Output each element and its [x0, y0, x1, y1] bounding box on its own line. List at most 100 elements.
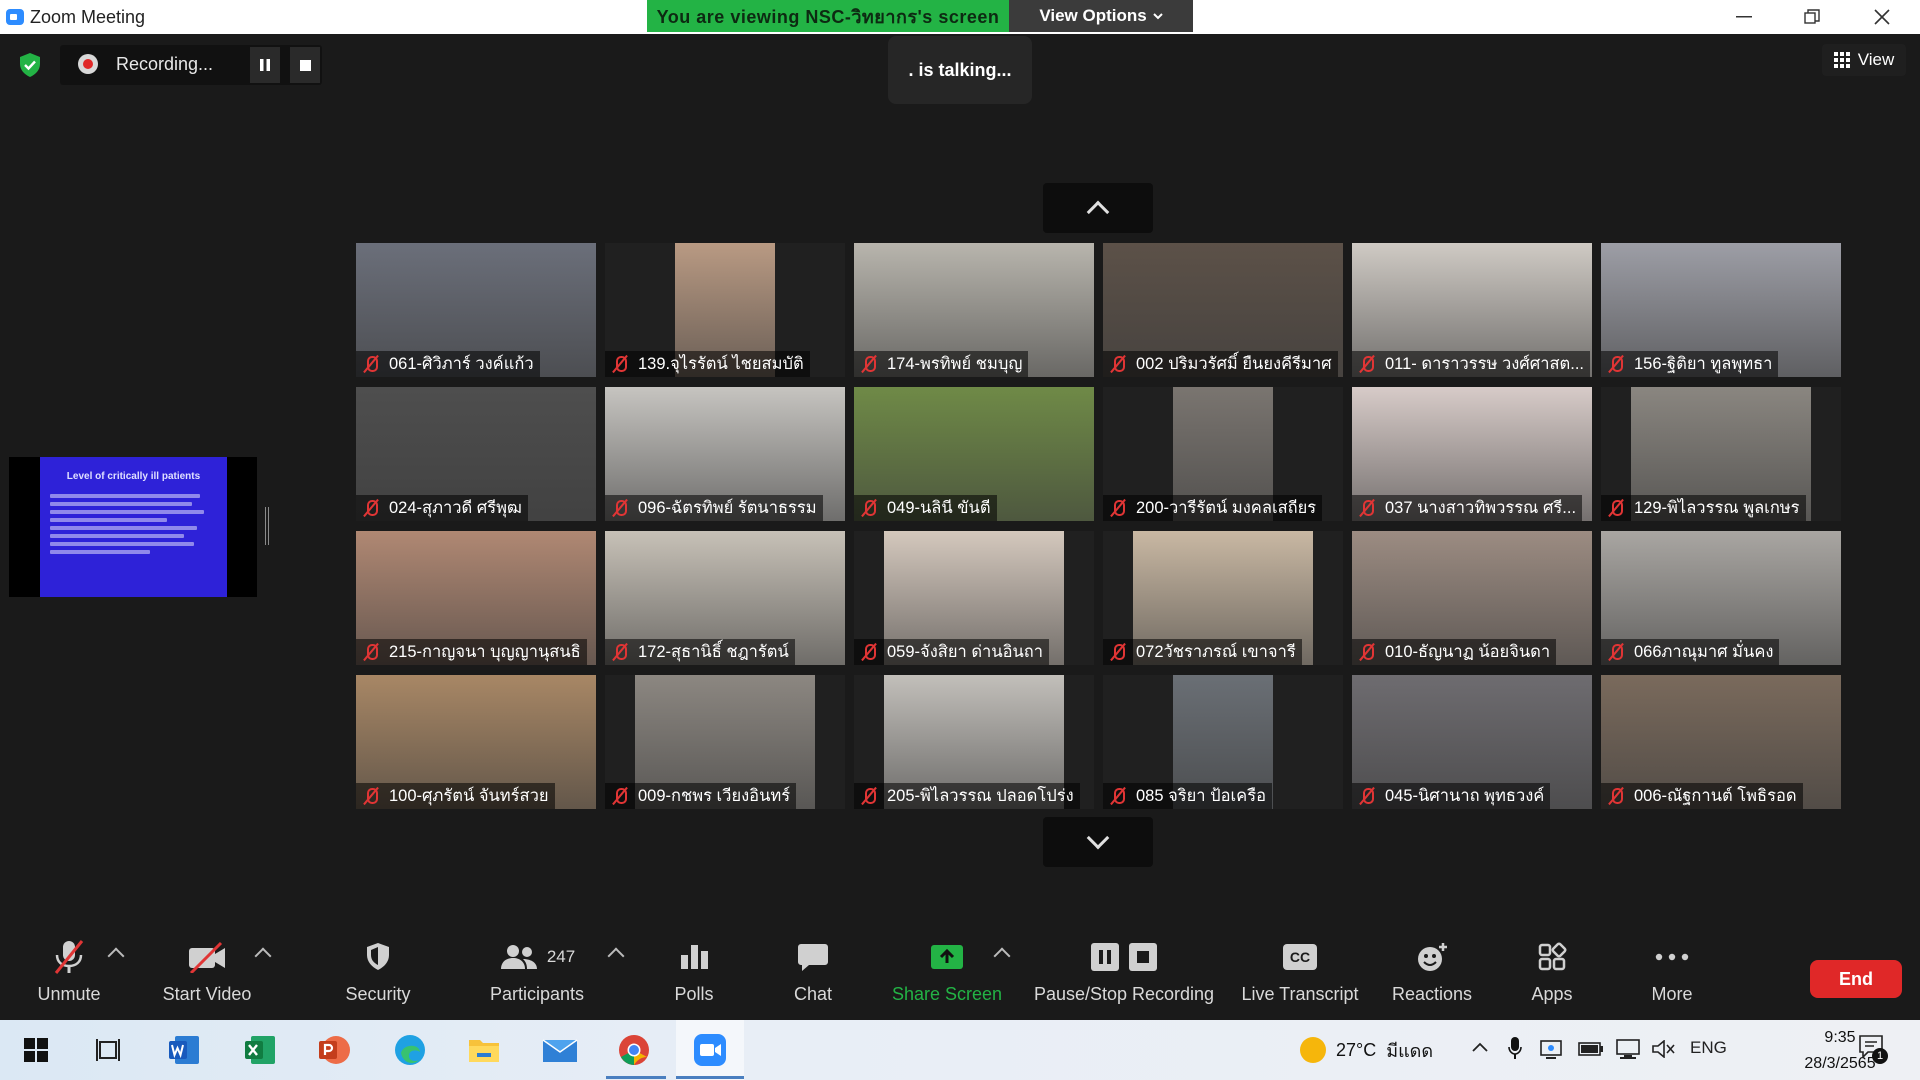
polls-button[interactable]: Polls [664, 932, 724, 1018]
participant-tile[interactable]: 129-พิไลวรรณ พูลเกษร [1601, 387, 1841, 521]
pause-stop-recording-button[interactable]: Pause/Stop Recording [1030, 932, 1218, 1018]
task-view-button[interactable] [88, 1030, 128, 1070]
live-transcript-button[interactable]: CC Live Transcript [1236, 932, 1364, 1018]
view-button[interactable]: View [1822, 44, 1906, 76]
participant-tile[interactable]: 045-นิศานาถ พุทธวงค์ [1352, 675, 1592, 809]
start-video-button[interactable]: Start Video [156, 932, 258, 1018]
volume-muted-icon[interactable] [1652, 1040, 1676, 1058]
participant-name: 129-พิไลวรรณ พูลเกษร [1634, 499, 1800, 517]
participant-name-bar: 024-สุภาวดี ศรีพุฒ [356, 495, 528, 521]
participant-tile[interactable]: 215-กาญจนา บุญญานุสนธิ [356, 531, 596, 665]
input-language[interactable]: ENG [1690, 1038, 1727, 1058]
participant-tile[interactable]: 011- ดาราวรรษ วงศ์ศาสต... [1352, 243, 1592, 377]
task-view-icon [96, 1039, 120, 1061]
security-button[interactable]: Security [338, 932, 418, 1018]
participant-name: 072วัชราภรณ์ เขาจารี [1136, 643, 1296, 661]
apps-button[interactable]: Apps [1526, 932, 1578, 1018]
end-meeting-button[interactable]: End [1810, 960, 1902, 998]
participant-name: 085 จริยา ป้อเครือ [1136, 787, 1266, 805]
participant-name-bar: 045-นิศานาถ พุทธวงค์ [1352, 783, 1551, 809]
excel-app-icon [245, 1036, 275, 1064]
previous-page-button[interactable] [1043, 183, 1153, 233]
shield-icon [367, 943, 389, 970]
taskbar-excel[interactable] [240, 1030, 280, 1070]
participants-button[interactable]: 247 Participants [484, 932, 590, 1018]
participant-name-bar: 100-ศุภรัตน์ จันทร์สวย [356, 783, 555, 809]
next-page-button[interactable] [1043, 817, 1153, 867]
display-tray-icon[interactable] [1540, 1038, 1564, 1060]
mail-icon [542, 1039, 578, 1062]
video-off-icon [189, 941, 225, 973]
participant-tile[interactable]: 205-พิไลวรรณ ปลอดโปร่ง [854, 675, 1094, 809]
participant-tile[interactable]: 006-ณัฐกานต์ โพธิรอด [1601, 675, 1841, 809]
weather-widget[interactable]: 27°C มีแดด [1300, 1020, 1433, 1080]
participant-tile[interactable]: 010-ธัญนาฏ น้อยจินดา [1352, 531, 1592, 665]
stop-icon [1129, 943, 1157, 971]
participant-name-bar: 011- ดาราวรรษ วงศ์ศาสต... [1352, 351, 1591, 377]
participant-tile[interactable]: 200-วารีรัตน์ มงคลเสถียร [1103, 387, 1343, 521]
participant-name-bar: 200-วารีรัตน์ มงคลเสถียร [1103, 495, 1323, 521]
participant-name: 010-ธัญนาฏ น้อยจินดา [1385, 643, 1551, 661]
taskbar-edge[interactable] [390, 1030, 430, 1070]
stop-recording-button[interactable] [290, 47, 320, 83]
participant-tile[interactable]: 156-ฐิติยา ทูลพุทธา [1601, 243, 1841, 377]
view-options-button[interactable]: View Options [1009, 0, 1193, 32]
share-screen-button[interactable]: Share Screen [890, 932, 1004, 1018]
participant-name: 006-ณัฐกานต์ โพธิรอด [1634, 787, 1797, 805]
participant-tile[interactable]: 100-ศุภรัตน์ จันทร์สวย [356, 675, 596, 809]
battery-icon[interactable] [1578, 1040, 1604, 1058]
minimize-button[interactable] [1714, 0, 1774, 34]
more-button[interactable]: More [1644, 932, 1700, 1018]
participant-tile[interactable]: 072วัชราภรณ์ เขาจารี [1103, 531, 1343, 665]
chat-label: Chat [793, 984, 833, 1004]
participant-name: 200-วารีรัตน์ มงคลเสถียร [1136, 499, 1317, 517]
security-shield-icon[interactable] [18, 52, 42, 78]
notification-center-button[interactable]: 1 [1858, 1034, 1888, 1064]
audio-options-caret[interactable] [107, 947, 125, 965]
participant-name-bar: 066ภาณุมาศ มั่นคง [1601, 639, 1780, 665]
participant-tile[interactable]: 139.จุไรรัตน์ ไชยสมบัติ [605, 243, 845, 377]
participant-tile[interactable]: 049-นลินี ขันตี [854, 387, 1094, 521]
pause-recording-button[interactable] [250, 47, 280, 83]
microphone-tray-icon[interactable] [1508, 1036, 1522, 1060]
weather-condition: มีแดด [1386, 1040, 1434, 1061]
taskbar-mail[interactable] [540, 1030, 580, 1070]
participant-tile[interactable]: 037 นางสาวทิพวรรณ ศรี... [1352, 387, 1592, 521]
participants-options-caret[interactable] [607, 947, 625, 965]
polls-label: Polls [674, 984, 714, 1004]
share-screen-icon [931, 945, 963, 969]
participant-name: 100-ศุภรัตน์ จันทร์สวย [389, 787, 549, 805]
recording-status: Recording... [116, 54, 214, 74]
participant-tile[interactable]: 059-จังสิยา ด่านอินถา [854, 531, 1094, 665]
taskbar-file-explorer[interactable] [464, 1030, 504, 1070]
participant-tile[interactable]: 172-สุธานิธิ์ ชฎารัตน์ [605, 531, 845, 665]
participant-tile[interactable]: 174-พรทิพย์ ชมบุญ [854, 243, 1094, 377]
participant-name: 059-จังสิยา ด่านอินถา [887, 643, 1044, 661]
taskbar-word[interactable] [164, 1030, 204, 1070]
unmute-button[interactable]: Unmute [28, 932, 110, 1018]
restore-button[interactable] [1782, 0, 1842, 34]
participant-tile[interactable]: 066ภาณุมาศ มั่นคง [1601, 531, 1841, 665]
participant-tile[interactable]: 096-ฉัตรทิพย์ รัตนาธรรม [605, 387, 845, 521]
participant-name-bar: 085 จริยา ป้อเครือ [1103, 783, 1272, 809]
participant-tile[interactable]: 061-ศิวิภาร์ วงค์แก้ว [356, 243, 596, 377]
participant-tile[interactable]: 002 ปริมวรัศมิ์ ยืนยงคีรีมาศ [1103, 243, 1343, 377]
view-label: View [1857, 50, 1895, 69]
splitter-drag-handle[interactable] [265, 507, 269, 545]
close-button[interactable] [1852, 0, 1912, 34]
network-icon[interactable] [1616, 1038, 1642, 1060]
reactions-button[interactable]: Reactions [1388, 932, 1476, 1018]
taskbar-powerpoint[interactable] [314, 1030, 354, 1070]
chat-button[interactable]: Chat [780, 932, 846, 1018]
start-button[interactable] [16, 1030, 56, 1070]
active-speaker-indicator: . is talking... [888, 36, 1032, 104]
chevron-up-icon[interactable] [1472, 1042, 1488, 1052]
participant-name: 205-พิไลวรรณ ปลอดโปร่ง [887, 787, 1074, 805]
view-options-label: View Options [1039, 6, 1147, 25]
microphone-muted-icon [1107, 642, 1129, 662]
taskbar-zoom[interactable] [690, 1030, 730, 1070]
participant-tile[interactable]: 085 จริยา ป้อเครือ [1103, 675, 1343, 809]
taskbar-chrome[interactable] [614, 1030, 654, 1070]
participant-tile[interactable]: 024-สุภาวดี ศรีพุฒ [356, 387, 596, 521]
participant-tile[interactable]: 009-กชพร เวียงอินทร์ [605, 675, 845, 809]
